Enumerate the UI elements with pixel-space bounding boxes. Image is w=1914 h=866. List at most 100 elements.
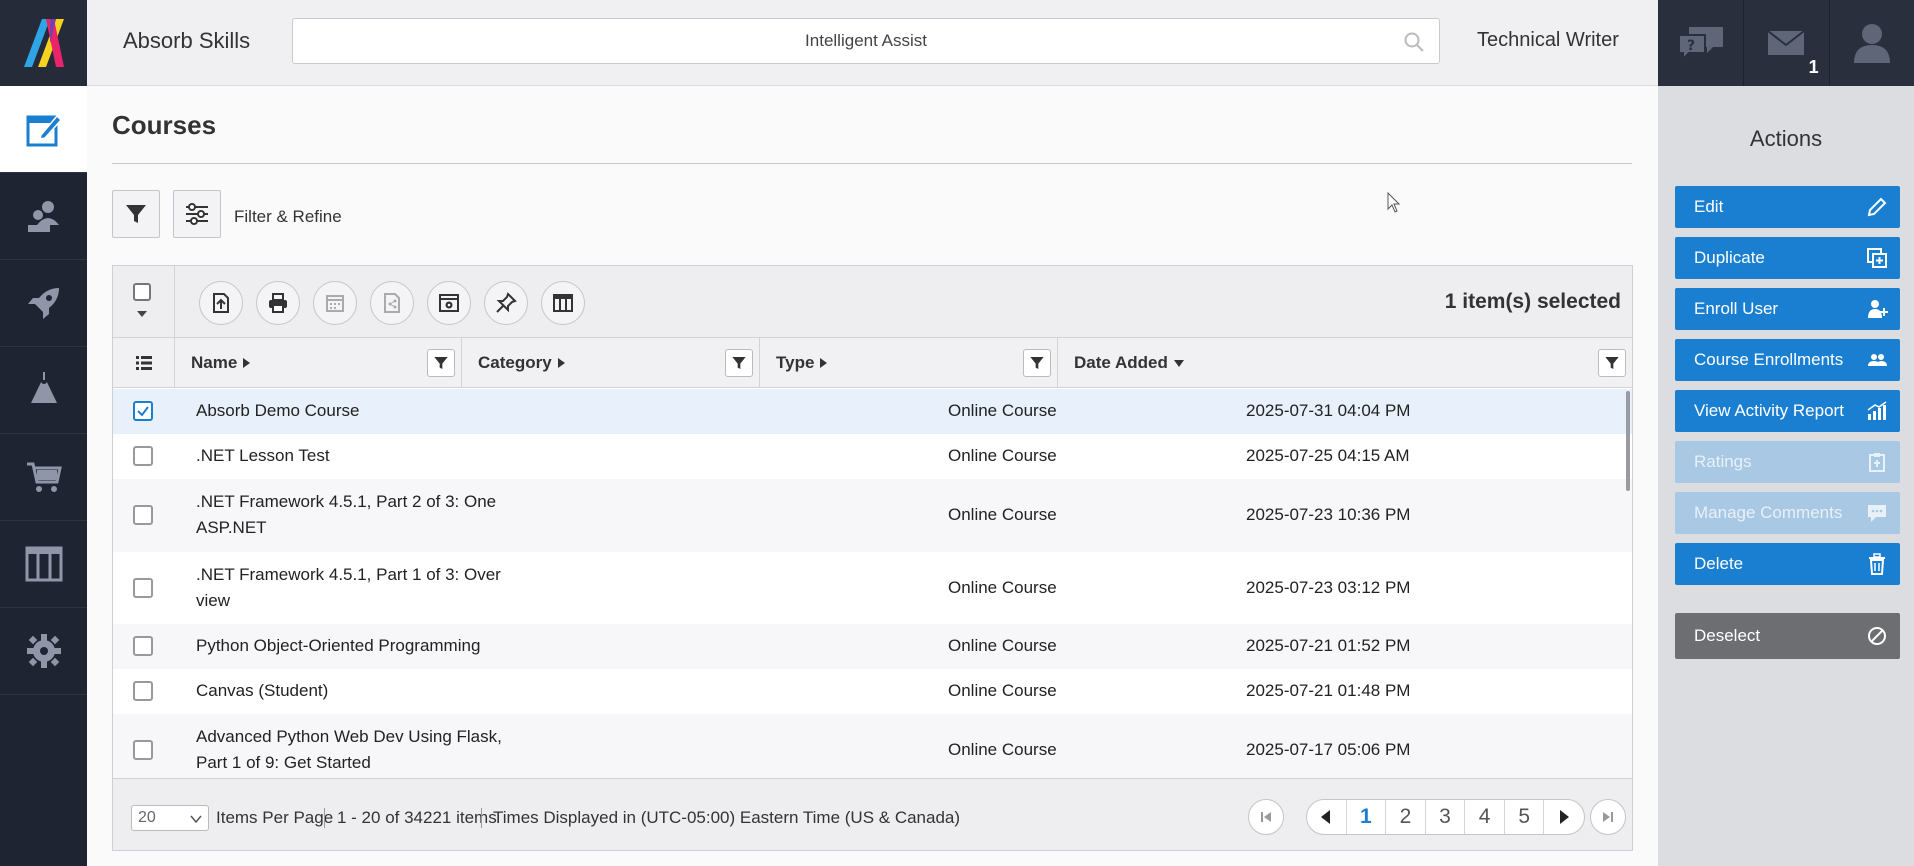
absorb-logo[interactable] bbox=[0, 0, 87, 86]
table-row[interactable]: .NET Framework 4.5.1, Part 1 of 3: Over … bbox=[113, 552, 1632, 624]
table-row[interactable]: .NET Lesson Test Online Course 2025-07-2… bbox=[113, 434, 1632, 479]
table-row[interactable]: Advanced Python Web Dev Using Flask, Par… bbox=[113, 714, 1632, 780]
print-button[interactable] bbox=[256, 281, 300, 325]
filter-refine-button[interactable] bbox=[173, 190, 221, 238]
page-title: Courses bbox=[112, 110, 217, 140]
filter-refine-label: Filter & Refine bbox=[234, 207, 342, 226]
intelligent-assist-search[interactable]: Intelligent Assist bbox=[292, 18, 1440, 64]
table-row[interactable]: Absorb Demo Course Online Course 2025-07… bbox=[113, 389, 1632, 434]
course-date: 2025-07-17 05:06 PM bbox=[1246, 740, 1411, 759]
select-all-dropdown[interactable] bbox=[113, 266, 175, 338]
row-checkbox[interactable] bbox=[133, 446, 153, 466]
printer-icon bbox=[269, 293, 287, 313]
header-date-label: Date Added bbox=[1074, 353, 1168, 372]
row-checkbox[interactable] bbox=[133, 505, 153, 525]
caret-right-icon bbox=[1560, 810, 1570, 824]
pin-icon bbox=[496, 292, 517, 313]
svg-text:?: ? bbox=[1687, 38, 1695, 54]
share-report-button[interactable] bbox=[370, 281, 414, 325]
chevron-down-icon[interactable] bbox=[136, 310, 148, 318]
checkmark-icon bbox=[137, 406, 149, 417]
row-checkbox[interactable] bbox=[133, 636, 153, 656]
course-name: Python Object-Oriented Programming bbox=[196, 636, 481, 655]
course-enrollments-label: Course Enrollments bbox=[1694, 350, 1844, 369]
page-3-button[interactable]: 3 bbox=[1426, 800, 1466, 834]
course-name: .NET Framework 4.5.1, Part 1 of 3: Over … bbox=[196, 565, 501, 610]
table-row[interactable]: .NET Framework 4.5.1, Part 2 of 3: One A… bbox=[113, 479, 1632, 552]
mouse-cursor-icon bbox=[1387, 192, 1401, 213]
delete-label: Delete bbox=[1694, 554, 1744, 573]
last-page-button[interactable] bbox=[1590, 799, 1626, 835]
timezone-info: Times Displayed in (UTC-05:00) Eastern T… bbox=[493, 808, 961, 827]
row-checkbox[interactable] bbox=[133, 578, 153, 598]
quick-filter-button[interactable] bbox=[112, 190, 160, 238]
header-type[interactable]: Type bbox=[760, 338, 1058, 388]
header-category[interactable]: Category bbox=[462, 338, 760, 388]
export-button[interactable] bbox=[199, 281, 243, 325]
courses-grid: 1 item(s) selected Name Category Type Da… bbox=[112, 265, 1633, 851]
page-2-button[interactable]: 2 bbox=[1386, 800, 1426, 834]
table-row[interactable]: Python Object-Oriented Programming Onlin… bbox=[113, 624, 1632, 669]
prev-page-button[interactable] bbox=[1307, 800, 1347, 834]
user-profile-icon[interactable] bbox=[1828, 0, 1914, 86]
left-nav bbox=[0, 0, 87, 866]
grid-rows: Absorb Demo Course Online Course 2025-07… bbox=[113, 389, 1632, 780]
add-user-icon bbox=[1868, 300, 1888, 318]
edit-button[interactable]: Edit bbox=[1675, 186, 1900, 228]
course-date: 2025-07-21 01:52 PM bbox=[1246, 636, 1411, 655]
row-checkbox[interactable] bbox=[133, 681, 153, 701]
header-name[interactable]: Name bbox=[175, 338, 462, 388]
type-filter-button[interactable] bbox=[1023, 349, 1051, 377]
nav-ecommerce-icon[interactable] bbox=[0, 434, 87, 521]
page-4-button[interactable]: 4 bbox=[1465, 800, 1505, 834]
manage-comments-button[interactable]: Manage Comments bbox=[1675, 492, 1900, 534]
nav-courses-icon[interactable] bbox=[0, 86, 87, 173]
columns-button[interactable] bbox=[541, 281, 585, 325]
comment-icon bbox=[1868, 505, 1886, 522]
course-date: 2025-07-31 04:04 PM bbox=[1246, 401, 1411, 420]
row-checkbox[interactable] bbox=[133, 401, 153, 421]
course-enrollments-button[interactable]: Course Enrollments bbox=[1675, 339, 1900, 381]
schedule-button[interactable] bbox=[313, 281, 357, 325]
search-text: Intelligent Assist bbox=[805, 31, 927, 50]
nav-users-icon[interactable] bbox=[0, 173, 87, 260]
duplicate-button[interactable]: Duplicate bbox=[1675, 237, 1900, 279]
nav-settings-gear-icon[interactable] bbox=[0, 608, 87, 695]
enroll-user-button[interactable]: Enroll User bbox=[1675, 288, 1900, 330]
deselect-button[interactable]: Deselect bbox=[1675, 613, 1900, 659]
header-date-added[interactable]: Date Added bbox=[1058, 338, 1632, 388]
selected-count: 1 item(s) selected bbox=[1444, 290, 1621, 313]
caret-left-icon bbox=[1321, 810, 1331, 824]
filter-funnel-icon bbox=[732, 357, 746, 369]
header-name-label: Name bbox=[191, 353, 238, 372]
view-activity-report-button[interactable]: View Activity Report bbox=[1675, 390, 1900, 432]
pin-button[interactable] bbox=[484, 281, 528, 325]
window-gear-icon bbox=[439, 294, 459, 312]
nav-competencies-icon[interactable] bbox=[0, 347, 87, 434]
search-icon[interactable] bbox=[1403, 31, 1425, 53]
nav-rocket-icon[interactable] bbox=[0, 260, 87, 347]
category-filter-button[interactable] bbox=[725, 349, 753, 377]
date-filter-button[interactable] bbox=[1598, 349, 1626, 377]
nav-reports-icon[interactable] bbox=[0, 521, 87, 608]
chevron-down-icon bbox=[190, 815, 202, 823]
items-per-page-select[interactable]: 20 bbox=[131, 805, 209, 831]
ratings-button[interactable]: Ratings bbox=[1675, 441, 1900, 483]
page-1-button[interactable]: 1 bbox=[1347, 800, 1387, 834]
table-row[interactable]: Canvas (Student) Online Course 2025-07-2… bbox=[113, 669, 1632, 714]
help-chat-icon[interactable]: ? bbox=[1658, 0, 1743, 86]
column-chooser[interactable] bbox=[113, 338, 175, 388]
deselect-label: Deselect bbox=[1694, 626, 1761, 645]
grid-scrollbar[interactable] bbox=[1626, 391, 1630, 491]
sort-caret-icon bbox=[557, 358, 565, 368]
name-filter-button[interactable] bbox=[427, 349, 455, 377]
delete-button[interactable]: Delete bbox=[1675, 543, 1900, 585]
view-activity-report-label: View Activity Report bbox=[1694, 401, 1844, 420]
messages-mail-icon[interactable]: 1 bbox=[1743, 0, 1828, 86]
layout-settings-button[interactable] bbox=[427, 281, 471, 325]
page-5-button[interactable]: 5 bbox=[1505, 800, 1545, 834]
row-checkbox[interactable] bbox=[133, 740, 153, 760]
first-page-button[interactable] bbox=[1248, 799, 1284, 835]
select-all-checkbox[interactable] bbox=[133, 283, 151, 301]
next-page-button[interactable] bbox=[1544, 800, 1584, 834]
